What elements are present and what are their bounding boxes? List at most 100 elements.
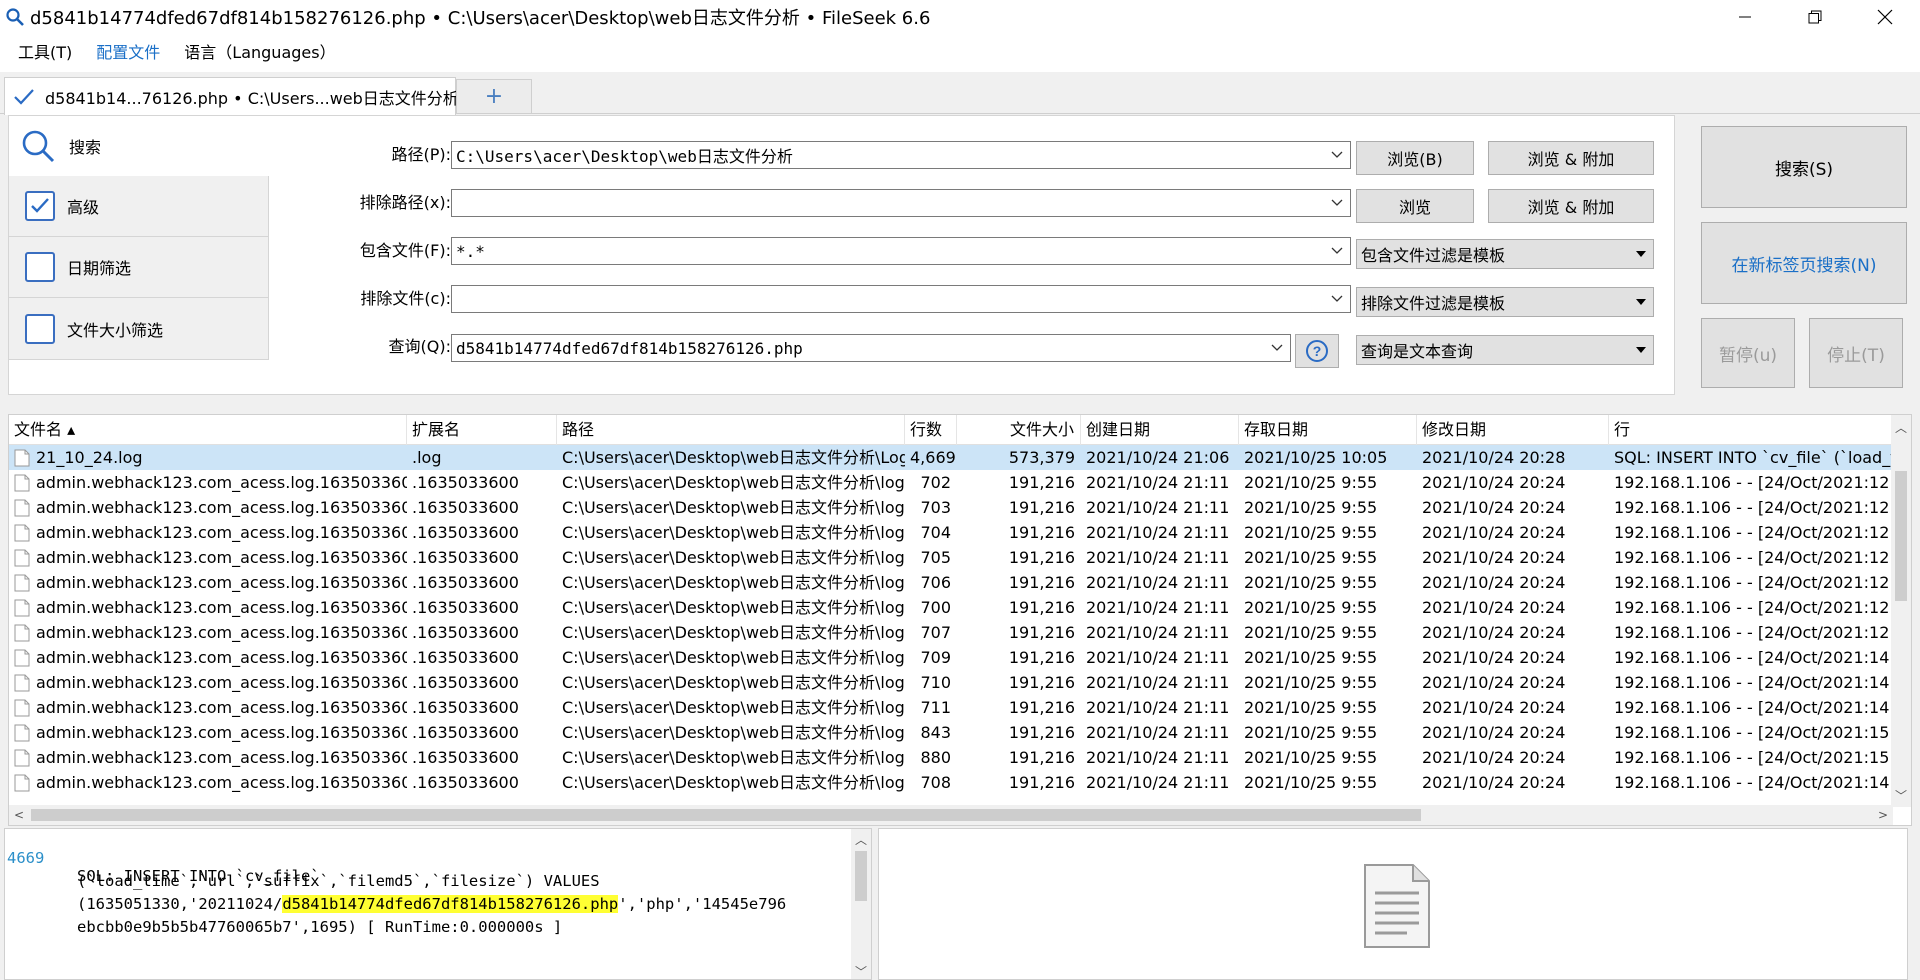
dropdown-arrow-icon (1629, 347, 1653, 353)
scroll-thumb[interactable] (31, 809, 1421, 821)
cell-filename: admin.webhack123.com_acess.log.163503360… (9, 695, 407, 720)
tab-bar: d5841b14...76126.php • C:\Users...web日志文… (0, 72, 1920, 115)
dropdown-arrow-icon (1629, 299, 1653, 305)
table-row[interactable]: 21_10_24.log .log C:\Users\acer\Desktop\we… (9, 445, 1893, 470)
cell-created: 2021/10/24 21:11 (1086, 698, 1230, 717)
column-header-modified[interactable]: 修改日期 (1417, 415, 1609, 445)
cell-size: 191,216 (1008, 748, 1075, 767)
menu-tools[interactable]: 工具(T) (6, 34, 84, 72)
cell-modified: 2021/10/24 20:24 (1422, 548, 1566, 567)
cell-extension: .1635033600 (412, 473, 519, 492)
cell-accessed: 2021/10/25 9:55 (1244, 773, 1378, 792)
query-input[interactable]: d5841b14774dfed67df814b158276126.php (451, 334, 1291, 362)
browse-exclude-button[interactable]: 浏览 (1356, 189, 1474, 223)
scroll-left-icon[interactable]: < (9, 805, 29, 825)
option-date-filter[interactable]: 日期筛选 (9, 237, 268, 298)
vertical-scrollbar[interactable]: ︿ ﹀ (1891, 415, 1911, 807)
cell-created: 2021/10/24 21:11 (1086, 623, 1230, 642)
scroll-down-icon[interactable]: ﹀ (851, 961, 871, 979)
cell-extension: .1635033600 (412, 723, 519, 742)
cell-text: admin.webhack123.com_acess.log.163503360… (36, 598, 407, 617)
table-row[interactable]: admin.webhack123.com_acess.log.163503360… (9, 745, 1893, 770)
chevron-down-icon[interactable] (1264, 344, 1290, 352)
option-advanced[interactable]: 高级 (9, 176, 268, 237)
table-row[interactable]: admin.webhack123.com_acess.log.163503360… (9, 470, 1893, 495)
cell-text: admin.webhack123.com_acess.log.163503360… (36, 723, 407, 742)
table-row[interactable]: admin.webhack123.com_acess.log.163503360… (9, 720, 1893, 745)
column-header-lines[interactable]: 行数 (905, 415, 957, 445)
exclude-path-input[interactable] (451, 189, 1351, 217)
scroll-down-icon[interactable]: ﹀ (1891, 785, 1911, 805)
path-input[interactable]: C:\Users\acer\Desktop\web日志文件分析 (451, 141, 1351, 169)
table-row[interactable]: admin.webhack123.com_acess.log.163503360… (9, 770, 1893, 795)
chevron-down-icon[interactable] (1324, 199, 1350, 207)
cell-accessed: 2021/10/25 9:55 (1244, 523, 1378, 542)
search-new-tab-button[interactable]: 在新标签页搜索(N) (1701, 222, 1907, 304)
preview-scrollbar[interactable]: ︿ ﹀ (851, 829, 871, 979)
include-files-input[interactable]: *.* (451, 237, 1351, 265)
cell-filename: admin.webhack123.com_acess.log.163503360… (9, 570, 407, 595)
menu-profiles[interactable]: 配置文件 (84, 34, 172, 72)
column-header-filename[interactable]: 文件名 ▴ (9, 415, 407, 445)
exclude-files-input[interactable] (451, 285, 1351, 313)
cell-line: 192.168.1.106 - - [24/Oct/2021:12:57 (1614, 498, 1893, 517)
cell-line: 192.168.1.106 - - [24/Oct/2021:15:40 (1614, 723, 1893, 742)
scroll-thumb[interactable] (855, 851, 867, 901)
add-tab-button[interactable]: + (456, 79, 532, 113)
column-header-created[interactable]: 创建日期 (1081, 415, 1239, 445)
scroll-up-icon[interactable]: ︿ (1891, 417, 1911, 437)
menu-languages[interactable]: 语言（Languages） (172, 34, 347, 72)
browse-b-button[interactable]: 浏览(B) (1356, 141, 1474, 175)
browse-append-button[interactable]: 浏览 & 附加 (1488, 141, 1654, 175)
query-help-button[interactable]: ? (1295, 334, 1339, 368)
cell-lines: 702 (920, 473, 951, 492)
scroll-thumb[interactable] (1895, 471, 1907, 601)
path-label: 路径(P): (391, 145, 451, 164)
table-row[interactable]: admin.webhack123.com_acess.log.163503360… (9, 645, 1893, 670)
close-button[interactable] (1850, 0, 1920, 34)
cell-modified: 2021/10/24 20:24 (1422, 773, 1566, 792)
scroll-right-icon[interactable]: > (1873, 805, 1893, 825)
line-preview-pane: 4669 SQL: INSERT INTO `cv_file` (`load_t… (4, 828, 872, 980)
table-row[interactable]: admin.webhack123.com_acess.log.163503360… (9, 620, 1893, 645)
cell-accessed: 2021/10/25 9:55 (1244, 748, 1378, 767)
cell-modified: 2021/10/24 20:24 (1422, 523, 1566, 542)
chevron-down-icon[interactable] (1324, 151, 1350, 159)
minimize-button[interactable] (1710, 0, 1780, 34)
column-header-path[interactable]: 路径 (557, 415, 905, 445)
column-header-extension[interactable]: 扩展名 (407, 415, 557, 445)
horizontal-scrollbar[interactable]: < > (9, 805, 1893, 825)
chevron-down-icon[interactable] (1324, 247, 1350, 255)
exclude-filter-select[interactable]: 排除文件过滤是模板 (1356, 287, 1654, 317)
option-size-filter[interactable]: 文件大小筛选 (9, 298, 268, 359)
tab-search-result[interactable]: d5841b14...76126.php • C:\Users...web日志文… (4, 77, 459, 115)
chevron-down-icon[interactable] (1324, 295, 1350, 303)
query-type-select[interactable]: 查询是文本查询 (1356, 335, 1654, 365)
table-row[interactable]: admin.webhack123.com_acess.log.163503360… (9, 520, 1893, 545)
cell-line: 192.168.1.106 - - [24/Oct/2021:12:58 (1614, 548, 1893, 567)
column-header-size[interactable]: 文件大小 (957, 415, 1081, 445)
date-filter-checkbox[interactable] (25, 252, 55, 282)
table-row[interactable]: admin.webhack123.com_acess.log.163503360… (9, 595, 1893, 620)
browse-append-exclude-button[interactable]: 浏览 & 附加 (1488, 189, 1654, 223)
size-filter-checkbox[interactable] (25, 313, 55, 344)
svg-text:?: ? (1313, 343, 1322, 359)
advanced-checkbox[interactable] (25, 191, 55, 221)
table-row[interactable]: admin.webhack123.com_acess.log.163503360… (9, 670, 1893, 695)
column-header-accessed[interactable]: 存取日期 (1239, 415, 1417, 445)
include-filter-select[interactable]: 包含文件过滤是模板 (1356, 239, 1654, 269)
search-section-tab[interactable]: 搜索 (9, 116, 269, 176)
restore-button[interactable] (1780, 0, 1850, 34)
preview-line: 4669 SQL: INSERT INTO `cv_file` (7, 849, 320, 885)
pause-button[interactable]: 暂停(u) (1701, 318, 1795, 388)
table-row[interactable]: admin.webhack123.com_acess.log.163503360… (9, 545, 1893, 570)
cell-path: C:\Users\acer\Desktop\web日志文件分析\log (562, 598, 905, 617)
table-row[interactable]: admin.webhack123.com_acess.log.163503360… (9, 695, 1893, 720)
table-row[interactable]: admin.webhack123.com_acess.log.163503360… (9, 495, 1893, 520)
cell-filename: admin.webhack123.com_acess.log.163503360… (9, 770, 407, 795)
table-row[interactable]: admin.webhack123.com_acess.log.163503360… (9, 570, 1893, 595)
search-button[interactable]: 搜索(S) (1701, 126, 1907, 208)
scroll-up-icon[interactable]: ︿ (851, 829, 871, 849)
stop-button[interactable]: 停止(T) (1809, 318, 1903, 388)
column-header-line[interactable]: 行 (1609, 415, 1893, 445)
